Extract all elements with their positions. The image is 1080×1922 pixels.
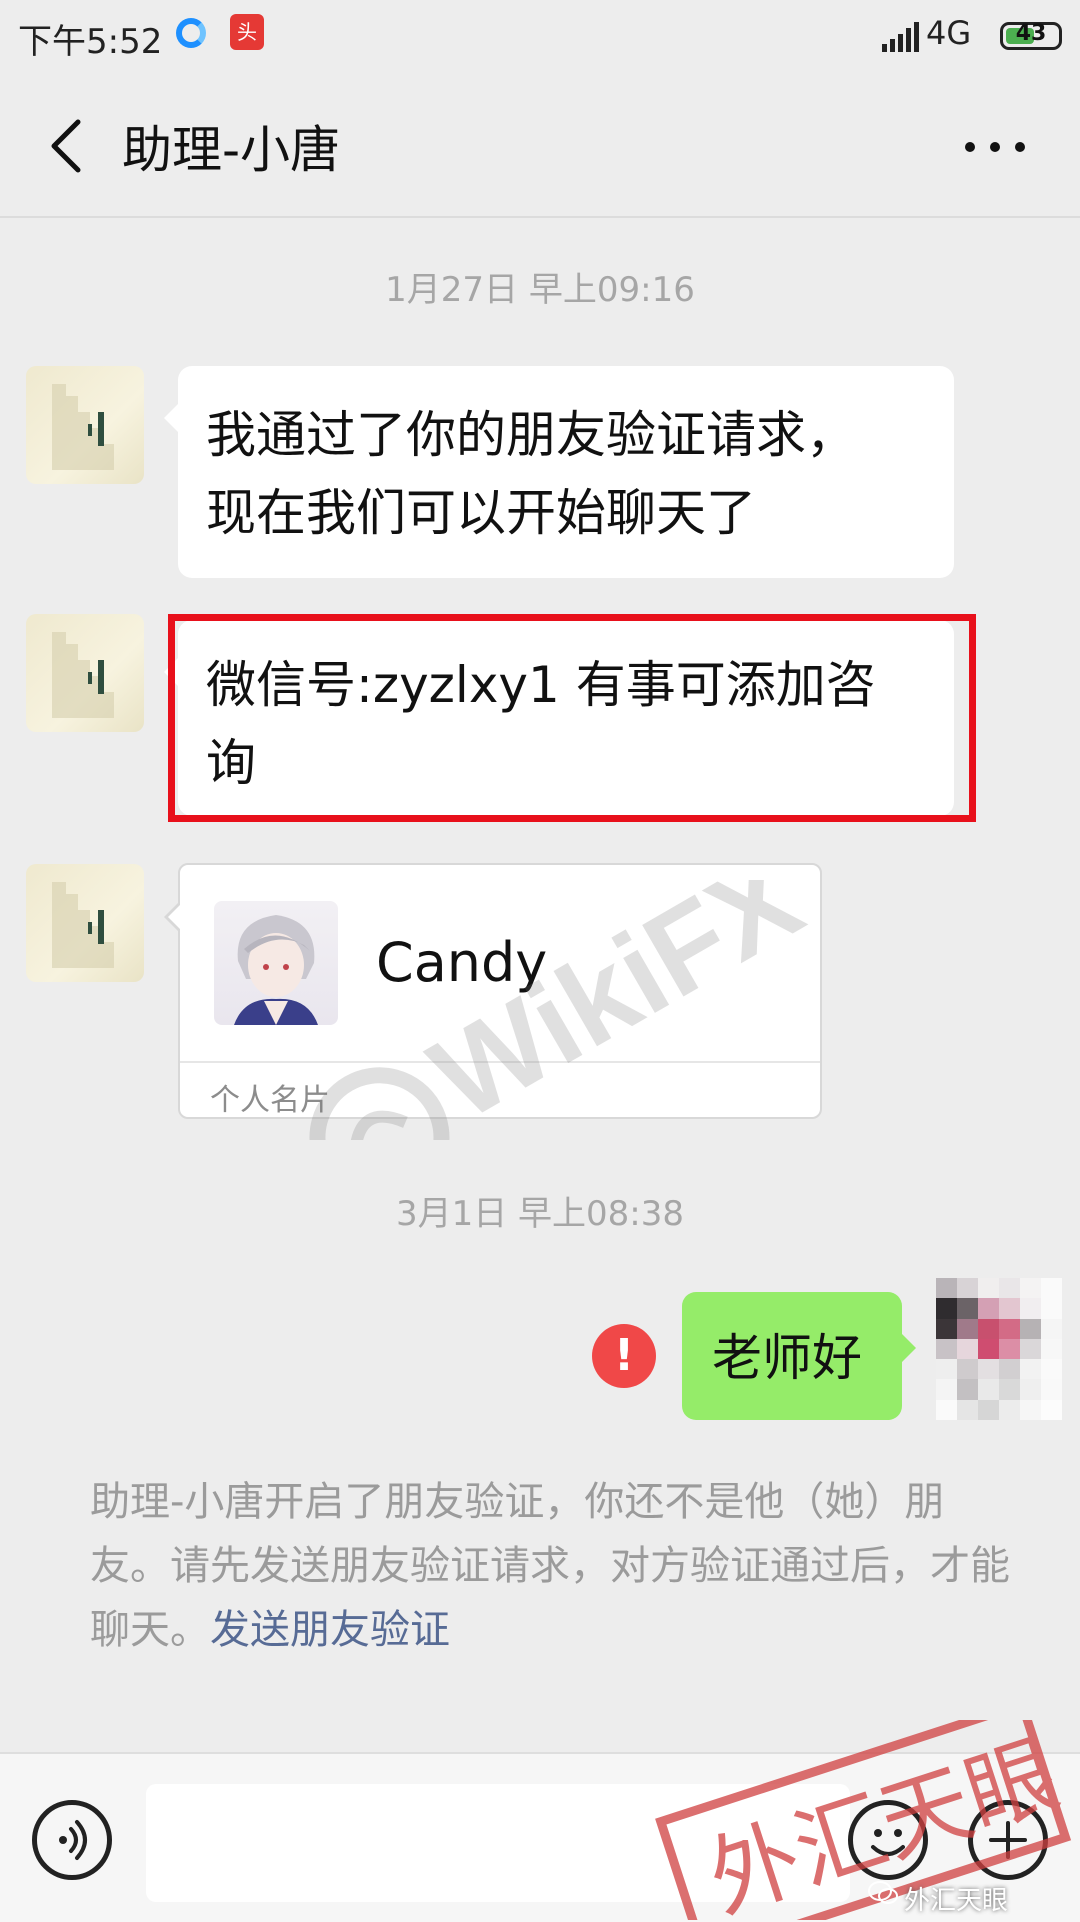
message-bubble[interactable]: 我通过了你的朋友验证请求， 现在我们可以开始聊天了 — [164, 366, 954, 578]
anime-portrait-icon — [234, 915, 318, 1025]
status-bar: 下午5:52 头 4G 43 — [0, 0, 1080, 76]
contact-avatar[interactable] — [26, 366, 144, 484]
battery-level: 43 — [1015, 21, 1047, 46]
source-tag: 外汇天眼 — [904, 1886, 1009, 1916]
timestamp: 3月1日 早上08:38 — [395, 1194, 685, 1234]
more-horizontal-icon[interactable] — [960, 132, 1030, 162]
plus-icon[interactable] — [968, 1800, 1048, 1880]
stairs-image-icon — [52, 632, 114, 718]
timestamp: 1月27日 早上09:16 — [385, 270, 695, 310]
chevron-left-icon[interactable] — [40, 116, 100, 176]
divider — [180, 1061, 820, 1063]
message-text: 老师好 — [712, 1329, 862, 1387]
contact-avatar[interactable] — [26, 864, 144, 982]
card-contact-name: Candy — [376, 931, 548, 994]
battery-icon: 43 — [1000, 21, 1062, 50]
news-app-icon: 头 — [230, 14, 264, 50]
emoji-icon[interactable] — [848, 1800, 928, 1880]
status-time: 下午5:52 — [18, 22, 163, 62]
message-input[interactable] — [146, 1784, 850, 1902]
stairs-image-icon — [52, 384, 114, 470]
network-type: 4G — [926, 14, 972, 52]
page-title: 助理-小唐 — [122, 121, 341, 179]
self-avatar[interactable] — [936, 1278, 1062, 1420]
system-notice: 助理-小唐开启了朋友验证，你还不是他（她）朋友。请先发送朋友验证请求，对方验证通… — [90, 1470, 1010, 1662]
send-failed-icon[interactable]: ! — [592, 1324, 656, 1388]
contact-avatar[interactable] — [26, 614, 144, 732]
highlight-box — [168, 614, 976, 822]
wechat-official-icon — [868, 1881, 898, 1904]
message-text: 我通过了你的朋友验证请求， — [206, 406, 856, 464]
send-verification-link[interactable]: 发送朋友验证 — [210, 1607, 450, 1653]
stairs-image-icon — [52, 882, 114, 968]
message-text: 现在我们可以开始聊天了 — [206, 484, 756, 542]
signal-icon — [882, 22, 919, 52]
contact-card[interactable]: Candy 个人名片 — [164, 863, 822, 1119]
my-message-bubble[interactable]: 老师好 — [682, 1292, 916, 1420]
browser-app-icon — [176, 18, 206, 48]
chat-header: 助理-小唐 — [0, 76, 1080, 218]
card-type-label: 个人名片 — [210, 1083, 330, 1118]
card-avatar — [214, 901, 338, 1025]
voice-icon[interactable] — [32, 1800, 112, 1880]
